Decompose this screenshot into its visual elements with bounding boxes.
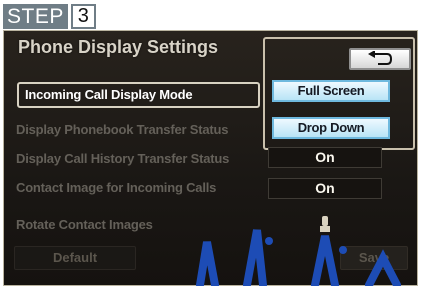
call-history-status-toggle[interactable]: On bbox=[268, 147, 382, 168]
screen-title: Phone Display Settings bbox=[18, 37, 219, 57]
rotate-contact-images-row[interactable]: Rotate Contact Images bbox=[16, 212, 262, 237]
rotate-indicator-icon bbox=[320, 216, 330, 232]
default-button[interactable]: Default bbox=[14, 246, 136, 270]
display-phonebook-transfer-status-row[interactable]: Display Phonebook Transfer Status bbox=[16, 117, 262, 142]
back-button[interactable] bbox=[349, 48, 411, 70]
return-arrow-icon bbox=[368, 51, 393, 65]
incoming-call-display-mode-row[interactable]: Incoming Call Display Mode bbox=[17, 82, 260, 108]
phone-display-settings-screen: Phone Display Settings Incoming Call Dis… bbox=[3, 30, 418, 286]
step-number: 3 bbox=[70, 4, 96, 29]
drop-down-option[interactable]: Drop Down bbox=[272, 117, 390, 139]
step-badge: STEP 3 bbox=[3, 4, 96, 29]
contact-image-incoming-calls-row[interactable]: Contact Image for Incoming Calls bbox=[16, 175, 262, 200]
step-label: STEP bbox=[3, 4, 68, 29]
contact-image-toggle[interactable]: On bbox=[268, 178, 382, 199]
save-button[interactable]: Save bbox=[340, 246, 408, 270]
full-screen-option[interactable]: Full Screen bbox=[272, 80, 390, 102]
display-call-history-transfer-status-row[interactable]: Display Call History Transfer Status bbox=[16, 146, 262, 171]
